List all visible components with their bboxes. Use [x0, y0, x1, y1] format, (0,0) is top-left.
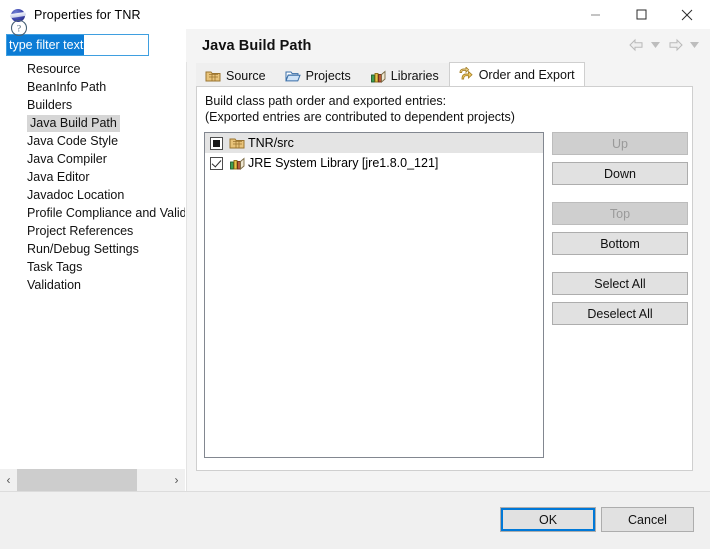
- sidebar-item-label: Run/Debug Settings: [27, 242, 139, 256]
- tab-bar[interactable]: Source Projects Libraries Order and Expo…: [196, 62, 585, 87]
- settings-tree[interactable]: Resource BeanInfo Path Builders Java Bui…: [0, 60, 185, 469]
- window-title: Properties for TNR: [34, 7, 141, 22]
- help-question-icon[interactable]: ?: [10, 19, 28, 37]
- title-bar: Properties for TNR: [0, 0, 710, 29]
- sidebar-item-label: Resource: [27, 62, 81, 76]
- tab-content-order-and-export: Build class path order and exported entr…: [196, 86, 693, 471]
- package-folder-icon: [229, 138, 245, 149]
- filter-input[interactable]: type filter text: [6, 34, 149, 56]
- sidebar-item-label: Builders: [27, 98, 73, 112]
- entry-label: TNR/src: [248, 136, 294, 150]
- sidebar-item-java-build-path[interactable]: Java Build Path: [0, 114, 185, 132]
- sidebar-item-label: Validation: [27, 278, 81, 292]
- sidebar-item-label: Project References: [27, 224, 134, 238]
- open-folder-icon: [284, 71, 301, 81]
- ok-button[interactable]: OK: [500, 507, 596, 532]
- tab-projects[interactable]: Projects: [275, 63, 361, 87]
- top-button[interactable]: Top: [552, 202, 688, 225]
- scrollbar-thumb[interactable]: [17, 469, 137, 491]
- sidebar-item-profile-compliance[interactable]: Profile Compliance and Valid: [0, 204, 185, 222]
- sidebar-item-label: Javadoc Location: [27, 188, 125, 202]
- sidebar-item-javadoc-location[interactable]: Javadoc Location: [0, 186, 185, 204]
- library-books-icon: [230, 157, 245, 170]
- sidebar-item-label: Java Build Path: [27, 115, 120, 132]
- svg-text:?: ?: [17, 25, 21, 35]
- sidebar-item-java-compiler[interactable]: Java Compiler: [0, 150, 185, 168]
- forward-chevron-down-icon[interactable]: [687, 36, 702, 54]
- list-item[interactable]: JRE System Library [jre1.8.0_121]: [205, 153, 543, 173]
- select-all-button[interactable]: Select All: [552, 272, 688, 295]
- sidebar-item-label: Java Editor: [27, 170, 90, 184]
- filter-input-value[interactable]: type filter text: [7, 35, 85, 55]
- sidebar-item-label: Java Code Style: [27, 134, 119, 148]
- source-folder-icon: [205, 71, 221, 81]
- sidebar-item-task-tags[interactable]: Task Tags: [0, 258, 185, 276]
- sidebar-item-beaninfo-path[interactable]: BeanInfo Path: [0, 78, 185, 96]
- sidebar-item-label: BeanInfo Path: [27, 80, 107, 94]
- tab-label: Order and Export: [478, 68, 575, 82]
- scroll-right-arrow-icon[interactable]: ›: [168, 469, 185, 491]
- entry-checkbox[interactable]: [210, 156, 223, 170]
- bottom-button[interactable]: Bottom: [552, 232, 688, 255]
- navigation-controls: [626, 36, 702, 54]
- sidebar-item-builders[interactable]: Builders: [0, 96, 185, 114]
- page-title: Java Build Path: [202, 37, 312, 54]
- panel-description: Build class path order and exported entr…: [205, 93, 515, 125]
- sidebar-item-run-debug-settings[interactable]: Run/Debug Settings: [0, 240, 185, 258]
- description-line-2: (Exported entries are contributed to dep…: [205, 110, 515, 124]
- minimize-icon[interactable]: [572, 0, 618, 29]
- tab-source[interactable]: Source: [196, 63, 276, 87]
- page-body: Source Projects Libraries Order and Expo…: [196, 62, 701, 487]
- order-export-arrows-icon: [459, 67, 473, 80]
- sidebar-item-label: Task Tags: [27, 260, 83, 274]
- scrollbar-track[interactable]: [17, 469, 168, 491]
- tab-libraries[interactable]: Libraries: [360, 63, 449, 87]
- tab-label: Libraries: [390, 68, 439, 83]
- entry-label: JRE System Library [jre1.8.0_121]: [248, 156, 439, 170]
- library-books-icon: [370, 70, 386, 83]
- sidebar-item-label: Profile Compliance and Valid: [27, 206, 185, 220]
- sidebar-item-label: Java Compiler: [27, 152, 107, 166]
- tab-order-and-export[interactable]: Order and Export: [448, 62, 585, 87]
- tab-label: Projects: [305, 68, 351, 83]
- classpath-entries-list[interactable]: TNR/src JRE System Library [jre1.8.0_121…: [204, 132, 544, 458]
- sidebar-item-validation[interactable]: Validation: [0, 276, 185, 294]
- order-buttons-group: Up Down Top Bottom Select All Deselect A…: [552, 132, 688, 325]
- tab-label: Source: [226, 68, 266, 83]
- cancel-button[interactable]: Cancel: [601, 507, 694, 532]
- sidebar-item-java-editor[interactable]: Java Editor: [0, 168, 185, 186]
- list-item[interactable]: TNR/src: [205, 133, 543, 153]
- sidebar-item-project-references[interactable]: Project References: [0, 222, 185, 240]
- close-icon[interactable]: [664, 0, 710, 29]
- forward-arrow-icon[interactable]: [665, 36, 685, 54]
- back-chevron-down-icon[interactable]: [648, 36, 663, 54]
- deselect-all-button[interactable]: Deselect All: [552, 302, 688, 325]
- back-arrow-icon[interactable]: [626, 36, 646, 54]
- description-line-1: Build class path order and exported entr…: [205, 94, 447, 108]
- maximize-icon[interactable]: [618, 0, 664, 29]
- scroll-left-arrow-icon[interactable]: ‹: [0, 469, 17, 491]
- down-button[interactable]: Down: [552, 162, 688, 185]
- window-controls: [572, 0, 710, 29]
- entry-checkbox[interactable]: [210, 136, 223, 150]
- up-button[interactable]: Up: [552, 132, 688, 155]
- sidebar-item-java-code-style[interactable]: Java Code Style: [0, 132, 185, 150]
- sidebar-horizontal-scrollbar[interactable]: ‹ ›: [0, 469, 185, 491]
- page-header: Java Build Path: [186, 29, 710, 62]
- sidebar-item-resource[interactable]: Resource: [0, 60, 185, 78]
